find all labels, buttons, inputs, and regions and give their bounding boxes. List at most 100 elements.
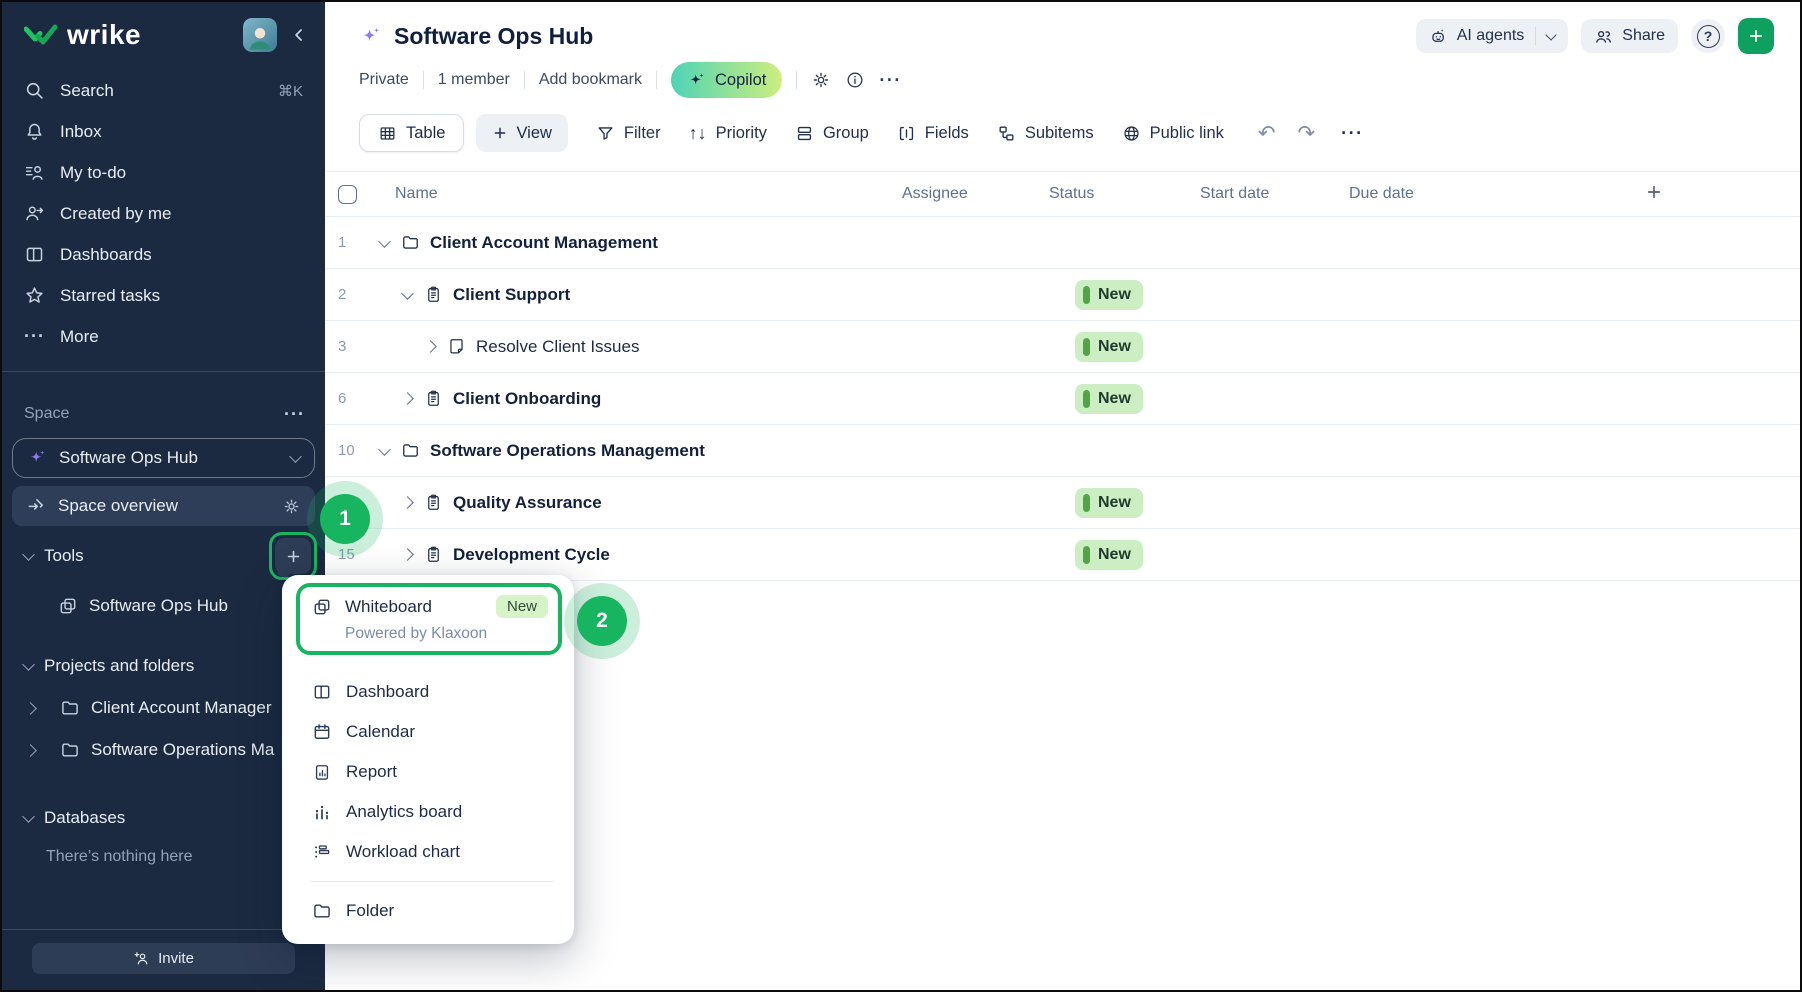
table-row[interactable]: 1 Client Account Management	[325, 217, 1800, 269]
tools-section-row[interactable]: Tools	[2, 536, 325, 576]
new-badge: New	[496, 595, 548, 618]
plus-icon	[285, 548, 302, 565]
sidebar-item-search[interactable]: Search ⌘K	[2, 70, 325, 111]
menu-divider	[310, 881, 554, 882]
column-header-name[interactable]: Name	[365, 185, 902, 203]
table-row[interactable]: 11 Quality Assurance New	[325, 477, 1800, 529]
wrike-logo[interactable]: wrike	[24, 19, 141, 51]
space-selector[interactable]: Software Ops Hub	[12, 438, 315, 478]
info-icon[interactable]	[845, 70, 865, 90]
sparkles-icon	[359, 25, 382, 48]
add-view-button[interactable]: View	[476, 114, 567, 152]
chevron-down-icon[interactable]	[1546, 29, 1557, 40]
chevron-right-icon	[24, 702, 37, 715]
public-link-button[interactable]: Public link	[1122, 124, 1224, 143]
status-badge[interactable]: New	[1075, 332, 1143, 362]
status-badge[interactable]: New	[1075, 488, 1143, 518]
menu-item-folder[interactable]: Folder	[282, 891, 574, 931]
menu-item-analytics-board[interactable]: Analytics board	[282, 792, 574, 832]
search-icon	[24, 80, 45, 101]
expand-toggle[interactable]	[400, 394, 414, 403]
annotation-step2-circle: 2	[577, 596, 627, 646]
menu-item-dashboard[interactable]: Dashboard	[282, 672, 574, 712]
menu-item-workload-chart[interactable]: Workload chart	[282, 832, 574, 872]
add-tool-button[interactable]	[275, 538, 311, 574]
table-row[interactable]: 2 Client Support New	[325, 269, 1800, 321]
gear-icon[interactable]	[811, 70, 831, 90]
status-badge[interactable]: New	[1075, 280, 1143, 310]
toolbar-more-icon[interactable]: ···	[1341, 123, 1363, 144]
sidebar-folder-software-operations[interactable]: Software Operations Ma	[2, 730, 325, 770]
databases-section-row[interactable]: Databases	[2, 798, 325, 838]
tab-table-view[interactable]: Table	[359, 114, 464, 152]
filter-button[interactable]: Filter	[596, 124, 661, 143]
projects-section-row[interactable]: Projects and folders	[2, 646, 325, 686]
fields-button[interactable]: Fields	[897, 124, 969, 143]
status-badge[interactable]: New	[1075, 384, 1143, 414]
more-options-icon[interactable]: ···	[879, 70, 901, 91]
share-people-icon	[1594, 27, 1613, 46]
menu-item-calendar[interactable]: Calendar	[282, 712, 574, 752]
ai-agents-button[interactable]: AI agents	[1416, 19, 1569, 53]
sidebar-item-more[interactable]: ··· More	[2, 316, 325, 357]
sidebar-item-space-overview[interactable]: Space overview	[12, 486, 315, 526]
globe-icon	[1122, 124, 1141, 143]
sidebar-item-inbox[interactable]: Inbox	[2, 111, 325, 152]
column-header-status[interactable]: Status	[1049, 185, 1200, 203]
task-icon	[424, 545, 443, 564]
whiteboard-subtitle: Powered by Klaxoon	[345, 625, 548, 643]
gear-icon[interactable]	[282, 497, 301, 516]
priority-button[interactable]: ↑↓ Priority	[689, 123, 767, 144]
redo-button[interactable]: ↷	[1298, 121, 1316, 146]
expand-toggle[interactable]	[400, 292, 414, 298]
column-header-start-date[interactable]: Start date	[1200, 185, 1349, 203]
menu-item-report[interactable]: Report	[282, 752, 574, 792]
search-shortcut: ⌘K	[278, 82, 303, 100]
table-row[interactable]: 3 Resolve Client Issues New	[325, 321, 1800, 373]
table-row[interactable]: 15 Development Cycle New	[325, 529, 1800, 581]
chevron-down-icon	[22, 658, 35, 671]
column-header-assignee[interactable]: Assignee	[902, 185, 1049, 203]
expand-toggle[interactable]	[377, 240, 391, 246]
members-count[interactable]: 1 member	[438, 71, 510, 89]
help-button[interactable]: ?	[1691, 19, 1725, 53]
menu-item-whiteboard[interactable]: Whiteboard New Powered by Klaxoon	[296, 583, 562, 655]
group-button[interactable]: Group	[795, 124, 869, 143]
task-icon	[424, 389, 443, 408]
bell-icon	[24, 121, 45, 142]
table-row[interactable]: 6 Client Onboarding New	[325, 373, 1800, 425]
plus-icon	[1645, 183, 1663, 201]
invite-button[interactable]: Invite	[32, 943, 295, 974]
share-button[interactable]: Share	[1581, 19, 1678, 53]
create-new-button[interactable]	[1738, 18, 1774, 54]
sidebar-collapse-button[interactable]	[289, 25, 309, 45]
undo-button[interactable]: ↶	[1258, 121, 1276, 146]
table-row[interactable]: 10 Software Operations Management	[325, 425, 1800, 477]
folder-icon	[401, 233, 420, 252]
expand-toggle[interactable]	[400, 550, 414, 559]
sidebar-folder-client-account[interactable]: Client Account Manager	[2, 688, 325, 728]
sidebar-header: wrike	[2, 2, 325, 62]
expand-toggle[interactable]	[377, 448, 391, 454]
select-all-checkbox[interactable]	[338, 185, 357, 204]
sidebar-tool-software-ops-hub[interactable]: Software Ops Hub	[2, 586, 325, 626]
user-avatar[interactable]	[243, 18, 277, 52]
add-bookmark-link[interactable]: Add bookmark	[539, 71, 642, 89]
add-column-button[interactable]	[1615, 183, 1800, 206]
sidebar-item-dashboards[interactable]: Dashboards	[2, 234, 325, 275]
task-table: Name Assignee Status Start date Due date…	[325, 171, 1800, 581]
expand-toggle[interactable]	[400, 498, 414, 507]
expand-toggle[interactable]	[423, 342, 437, 351]
subitems-button[interactable]: Subitems	[997, 124, 1094, 143]
sidebar-nav: Search ⌘K Inbox My to-do Created by me D…	[2, 62, 325, 357]
folder-icon	[60, 698, 80, 718]
sidebar-item-my-todo[interactable]: My to-do	[2, 152, 325, 193]
copilot-button[interactable]: Copilot	[671, 62, 782, 98]
invite-person-icon	[133, 950, 150, 967]
status-badge[interactable]: New	[1075, 540, 1143, 570]
star-icon	[24, 285, 45, 306]
space-menu-icon[interactable]: ···	[284, 404, 305, 425]
sidebar-item-starred-tasks[interactable]: Starred tasks	[2, 275, 325, 316]
column-header-due-date[interactable]: Due date	[1349, 185, 1615, 203]
sidebar-item-created-by-me[interactable]: Created by me	[2, 193, 325, 234]
